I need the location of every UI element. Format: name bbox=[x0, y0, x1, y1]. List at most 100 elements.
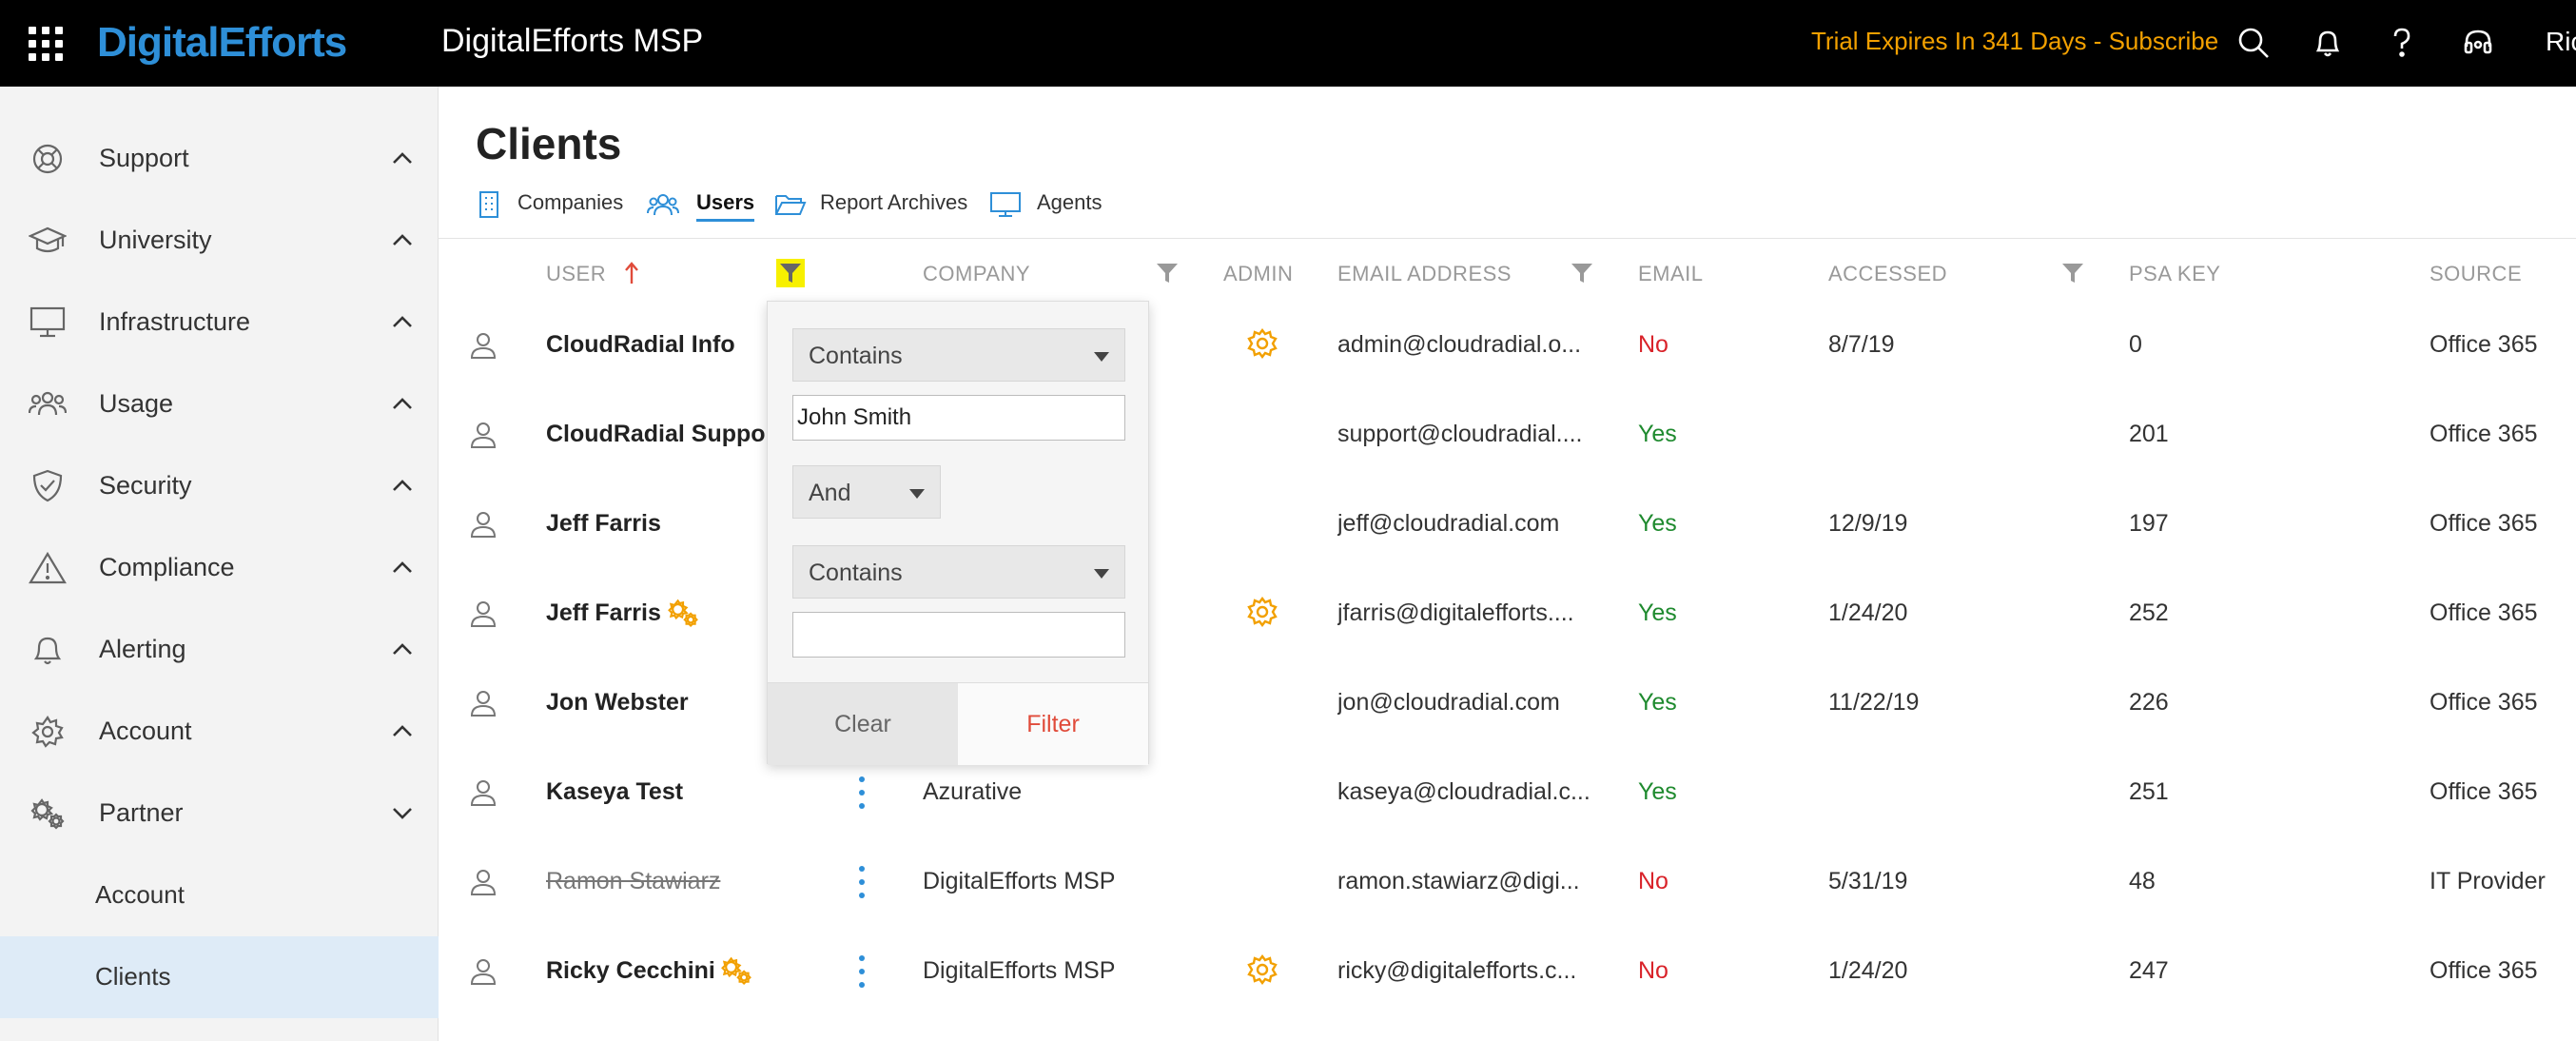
chevron-up-icon[interactable] bbox=[390, 310, 415, 335]
chevron-up-icon[interactable] bbox=[390, 556, 415, 580]
sidebar-item-compliance[interactable]: Compliance bbox=[0, 527, 439, 609]
chevron-down-icon[interactable] bbox=[390, 801, 415, 826]
sidebar-subitem-label: Clients bbox=[95, 962, 171, 991]
admin-gear-icon bbox=[1246, 596, 1278, 628]
chevron-up-icon[interactable] bbox=[390, 638, 415, 662]
company-filter-icon[interactable] bbox=[1153, 259, 1181, 287]
sidebar-item-security[interactable]: Security bbox=[0, 445, 439, 527]
user-name[interactable]: CloudRadial Suppor bbox=[546, 421, 769, 448]
sidebar-subitem-clients[interactable]: Clients bbox=[0, 936, 439, 1018]
source-cell: Office 365 bbox=[2430, 957, 2538, 984]
tab-users[interactable]: Users bbox=[647, 187, 761, 225]
user-name[interactable]: Ricky Cecchini bbox=[546, 957, 888, 985]
chevron-up-icon[interactable] bbox=[390, 392, 415, 417]
email-address-filter-icon[interactable] bbox=[1568, 259, 1596, 287]
building-icon bbox=[476, 190, 506, 218]
app-title: DigitalEfforts MSP bbox=[441, 23, 704, 59]
filter-value-2-input[interactable] bbox=[792, 612, 1125, 658]
user-menu[interactable]: Ric bbox=[2546, 27, 2576, 57]
lifebuoy-icon bbox=[29, 142, 67, 176]
column-header-company[interactable]: COMPANY bbox=[923, 262, 1030, 286]
search-icon[interactable] bbox=[2230, 19, 2277, 67]
row-actions-kebab-icon[interactable] bbox=[856, 866, 868, 898]
table-row[interactable]: Ricky Cecchini DigitalEfforts MSP ricky@di… bbox=[457, 927, 2576, 1016]
gear-icon bbox=[29, 715, 67, 749]
psa-key-cell: 251 bbox=[2129, 778, 2169, 805]
sidebar-item-usage[interactable]: Usage bbox=[0, 363, 439, 445]
gears-icon bbox=[29, 796, 67, 831]
filter-value-1-input[interactable] bbox=[792, 395, 1125, 441]
row-actions-kebab-icon[interactable] bbox=[856, 776, 868, 809]
admin-gear-icon bbox=[1246, 327, 1278, 360]
chevron-up-icon[interactable] bbox=[390, 147, 415, 171]
logo[interactable]: DigitalEfforts bbox=[97, 19, 347, 67]
user-name[interactable]: Kaseya Test bbox=[546, 778, 888, 806]
accessed-cell: 1/24/20 bbox=[1828, 957, 1908, 984]
chevron-up-icon[interactable] bbox=[390, 228, 415, 253]
sidebar-item-partner[interactable]: Partner bbox=[0, 773, 439, 854]
email-status-cell: No bbox=[1638, 868, 1669, 894]
column-header-email[interactable]: EMAIL bbox=[1638, 262, 1704, 286]
tab-agents[interactable]: Agents bbox=[989, 187, 1113, 225]
user-icon bbox=[468, 419, 498, 451]
tab-label: Companies bbox=[517, 190, 624, 214]
clear-filter-button[interactable]: Clear bbox=[768, 683, 958, 765]
help-icon[interactable] bbox=[2378, 19, 2426, 67]
source-cell: Office 365 bbox=[2430, 778, 2538, 805]
shield-icon bbox=[29, 469, 67, 503]
sidebar-subitem-account[interactable]: Account bbox=[0, 854, 439, 936]
sidebar-item-label: Account bbox=[99, 717, 192, 745]
email-address-cell: jfarris@digitalefforts.... bbox=[1337, 599, 1574, 626]
accessed-filter-icon[interactable] bbox=[2059, 259, 2087, 287]
sidebar-item-account[interactable]: Account bbox=[0, 691, 439, 773]
sidebar-item-label: Partner bbox=[99, 798, 184, 827]
psa-key-cell: 252 bbox=[2129, 599, 2169, 626]
column-header-psa-key[interactable]: PSA KEY bbox=[2129, 262, 2220, 286]
top-bar: DigitalEfforts DigitalEfforts MSP Trial … bbox=[0, 0, 2576, 87]
tab-label: Agents bbox=[1037, 190, 1103, 214]
app-launcher-icon[interactable] bbox=[29, 27, 63, 61]
source-cell: Office 365 bbox=[2430, 421, 2538, 447]
column-header-admin[interactable]: ADMIN bbox=[1223, 262, 1293, 286]
bell-icon[interactable] bbox=[2304, 19, 2352, 67]
bell-icon bbox=[29, 633, 67, 667]
column-header-accessed[interactable]: ACCESSED bbox=[1828, 262, 1947, 286]
email-status-cell: No bbox=[1638, 331, 1669, 358]
email-address-cell: kaseya@cloudradial.c... bbox=[1337, 778, 1590, 805]
filter-operator-2-select[interactable]: Contains bbox=[792, 545, 1125, 599]
psa-key-cell: 226 bbox=[2129, 689, 2169, 716]
user-icon bbox=[468, 776, 498, 809]
chevron-up-icon[interactable] bbox=[390, 719, 415, 744]
sidebar-item-infrastructure[interactable]: Infrastructure bbox=[0, 282, 439, 363]
table-row[interactable]: Ramon Stawiarz DigitalEfforts MSP ramon.st… bbox=[457, 837, 2576, 927]
email-status-cell: Yes bbox=[1638, 599, 1677, 626]
trial-subscribe-link[interactable]: Trial Expires In 341 Days - Subscribe bbox=[1811, 27, 2218, 56]
filter-logic-select[interactable]: And bbox=[792, 465, 941, 519]
chevron-up-icon[interactable] bbox=[390, 474, 415, 499]
psa-key-cell: 48 bbox=[2129, 868, 2156, 894]
tab-report-archives[interactable]: Report Archives bbox=[774, 187, 974, 225]
psa-key-cell: 0 bbox=[2129, 331, 2142, 358]
apply-filter-button[interactable]: Filter bbox=[958, 683, 1148, 765]
accessed-cell: 12/9/19 bbox=[1828, 510, 1908, 537]
warning-icon bbox=[29, 551, 67, 585]
user-filter-icon[interactable] bbox=[776, 259, 805, 287]
sidebar-item-label: Infrastructure bbox=[99, 307, 251, 336]
tab-companies[interactable]: Companies bbox=[476, 187, 628, 225]
column-header-source[interactable]: SOURCE bbox=[2430, 262, 2522, 286]
sidebar-item-support[interactable]: Support bbox=[0, 118, 439, 200]
sidebar-item-university[interactable]: University bbox=[0, 200, 439, 282]
user-name[interactable]: Ramon Stawiarz bbox=[546, 868, 888, 895]
sidebar-item-alerting[interactable]: Alerting bbox=[0, 609, 439, 691]
filter-operator-1-select[interactable]: Contains bbox=[792, 328, 1125, 382]
column-header-user[interactable]: USER bbox=[546, 262, 606, 286]
monitor-icon bbox=[29, 305, 67, 340]
filter-popup-footer: Clear Filter bbox=[768, 682, 1148, 765]
user-icon bbox=[468, 955, 498, 988]
column-header-email-address[interactable]: EMAIL ADDRESS bbox=[1337, 262, 1512, 286]
sort-ascending-icon[interactable] bbox=[622, 259, 641, 287]
row-actions-kebab-icon[interactable] bbox=[856, 955, 868, 988]
accessed-cell: 8/7/19 bbox=[1828, 331, 1895, 358]
headset-icon[interactable] bbox=[2454, 19, 2502, 67]
monitor-icon bbox=[989, 190, 1021, 217]
